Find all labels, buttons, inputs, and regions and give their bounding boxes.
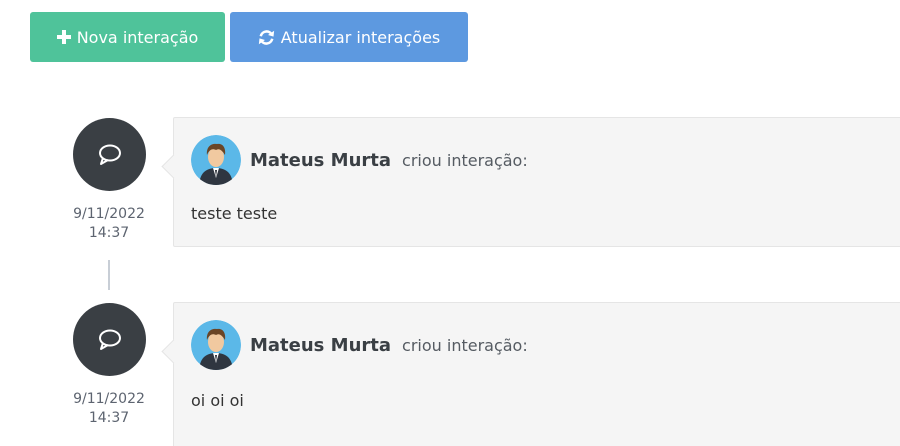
interaction-message: oi oi oi — [191, 391, 244, 410]
refresh-interactions-button[interactable]: Atualizar interações — [230, 12, 468, 62]
entry-date: 9/11/2022 — [73, 391, 145, 407]
entry-timestamp: 9/11/2022 14:37 — [60, 390, 158, 428]
interactions-page: Nova interação Atualizar interações 9/11 — [0, 0, 900, 446]
refresh-interactions-label: Atualizar interações — [280, 27, 441, 47]
card-pointer — [161, 339, 186, 364]
interaction-message: teste teste — [191, 204, 278, 223]
author-name: Mateus Murta — [250, 149, 392, 171]
action-text: criou interação: — [402, 150, 528, 170]
card-pointer — [161, 154, 186, 179]
timeline-connector — [108, 260, 110, 290]
entry-date: 9/11/2022 — [73, 206, 145, 222]
action-text: criou interação: — [402, 335, 528, 355]
speech-bubble-icon — [98, 329, 121, 350]
avatar — [191, 135, 241, 185]
refresh-icon — [258, 29, 275, 46]
entry-time: 14:37 — [88, 410, 130, 426]
new-interaction-button[interactable]: Nova interação — [30, 12, 225, 62]
new-interaction-label: Nova interação — [76, 27, 199, 47]
card-header: Mateus Murta criou interação: — [191, 135, 528, 185]
speech-bubble-icon — [98, 144, 121, 165]
entry-time: 14:37 — [88, 225, 130, 241]
timeline-marker — [73, 118, 146, 191]
author-name: Mateus Murta — [250, 334, 392, 356]
timeline-marker — [73, 303, 146, 376]
plus-icon — [56, 30, 71, 44]
interaction-card: Mateus Murta criou interação: oi oi oi — [161, 302, 900, 446]
card-header: Mateus Murta criou interação: — [191, 320, 528, 370]
entry-timestamp: 9/11/2022 14:37 — [60, 205, 158, 243]
interaction-card: Mateus Murta criou interação: teste test… — [161, 117, 900, 247]
avatar — [191, 320, 241, 370]
